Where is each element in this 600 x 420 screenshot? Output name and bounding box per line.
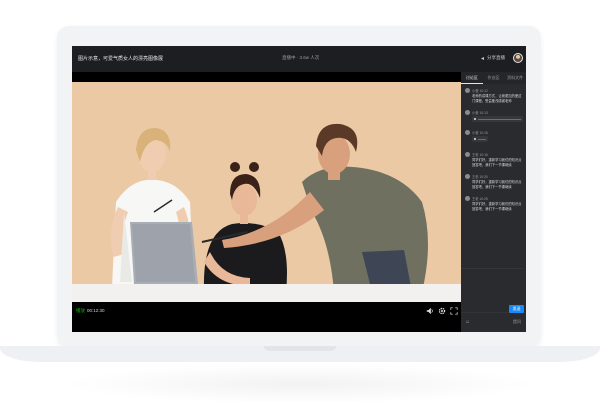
play-icon	[474, 118, 476, 120]
message-text: 同学们好，重新学习我们的知识点回答吧，我们下一节课继续	[472, 158, 522, 167]
avatar[interactable]	[513, 53, 523, 63]
list-item: 小莹 10:12 老师的讲课方式，让我更加热爱这门课程，受益匪浅感谢老师	[465, 88, 523, 103]
gear-icon[interactable]	[438, 307, 446, 315]
waveform-icon	[478, 118, 521, 120]
avatar	[465, 174, 470, 179]
tab-homework[interactable]: 作业区	[483, 72, 505, 84]
ask-button[interactable]: 提问	[513, 319, 521, 325]
avatar	[465, 152, 470, 157]
play-icon	[474, 138, 476, 140]
message-author: 王老 10:20	[472, 175, 488, 179]
avatar	[465, 88, 470, 93]
divider	[461, 268, 524, 269]
share-icon	[481, 56, 484, 60]
message-author: 小莹 10:15	[472, 131, 488, 135]
video-frame	[72, 82, 461, 302]
play-button[interactable]: 播放	[76, 308, 85, 314]
desk	[72, 284, 461, 302]
panel-tabs: 讨论区 作业区 资料文件	[461, 72, 526, 84]
playback-time: 00:12:30	[87, 308, 105, 313]
message-text: 老师的讲课方式，让我更加热爱这门课程，受益匪浅感谢老师	[472, 94, 522, 103]
message-text: 同学们好，重新学习我们的知识点回答吧，我们下一节课继续	[472, 180, 522, 189]
list-item: 王老 10:20 同学们好，重新学习我们的知识点回答吧，我们下一节课继续	[465, 174, 523, 189]
player-controls: 播放 00:12:30	[72, 304, 461, 318]
message-author: 小莹 10:12	[472, 89, 488, 93]
share-label: 分享直播	[487, 55, 505, 60]
waveform-icon	[478, 138, 486, 140]
page: 图片示意，可爱气质女人的漂亮图像展 直播中 · 3.6w 人次 分享直播 播放 …	[0, 0, 600, 420]
app-screen: 图片示意，可爱气质女人的漂亮图像展 直播中 · 3.6w 人次 分享直播 播放 …	[72, 46, 526, 332]
top-bar: 图片示意，可爱气质女人的漂亮图像展 直播中 · 3.6w 人次 分享直播	[72, 46, 526, 72]
video-player[interactable]: 播放 00:12:30	[72, 72, 461, 332]
message-composer[interactable]: ☺ 提问	[461, 312, 526, 332]
voice-message[interactable]	[472, 116, 523, 122]
laptop-notch	[264, 346, 336, 351]
list-item: 王老 10:16 同学们好，重新学习我们的知识点回答吧，我们下一节课继续	[465, 152, 523, 167]
avatar	[465, 196, 470, 201]
list-item: 王老 10:25 同学们好，重新学习我们的知识点回答吧，我们下一节课继续	[465, 196, 523, 211]
side-panel: 讨论区 作业区 资料文件 小莹 10:12 老师的讲课方式，让我更加热爱这门课程…	[461, 72, 526, 332]
avatar	[465, 110, 470, 115]
course-title: 图片示意，可爱气质女人的漂亮图像展	[78, 56, 164, 62]
volume-icon[interactable]	[426, 307, 434, 315]
live-meta: 直播中 · 3.6w 人次	[282, 55, 320, 60]
message-text: 同学们好，重新学习我们的知识点回答吧，我们下一节课继续	[472, 202, 522, 211]
message-author: 王老 10:16	[472, 153, 488, 157]
tab-discussion[interactable]: 讨论区	[461, 72, 483, 84]
message-author: 王老 10:25	[472, 197, 488, 201]
emoji-icon[interactable]: ☺	[465, 319, 470, 325]
list-item: 小莹 10:13	[465, 110, 523, 122]
message-author: 小莹 10:13	[472, 111, 488, 115]
avatar	[465, 130, 470, 135]
voice-message[interactable]	[472, 136, 488, 142]
laptop-on-desk	[130, 222, 198, 284]
send-button[interactable]: 发送	[509, 305, 524, 313]
laptop-shadow	[60, 364, 540, 404]
fullscreen-icon[interactable]	[450, 307, 458, 315]
list-item: 小莹 10:15	[465, 130, 523, 142]
video-illustration	[110, 123, 428, 292]
share-button[interactable]: 分享直播	[480, 55, 505, 61]
tab-files[interactable]: 资料文件	[504, 72, 526, 84]
